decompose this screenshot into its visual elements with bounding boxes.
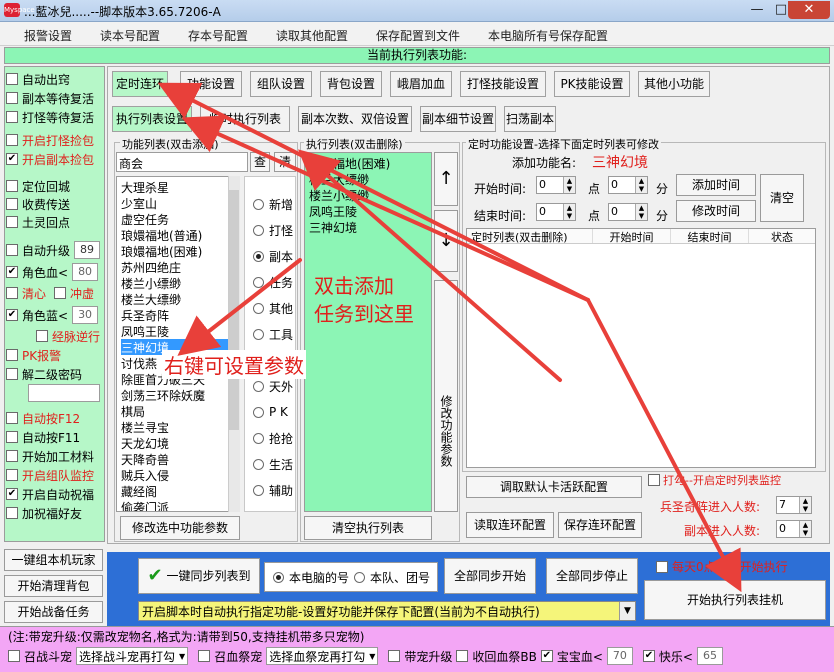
left-option3-3-checkbox[interactable] bbox=[6, 469, 18, 481]
left-option-6-row: 收费传送 bbox=[6, 195, 70, 213]
left-option-2-checkbox[interactable] bbox=[6, 111, 18, 123]
left-option3-5-label: 加祝福好友 bbox=[22, 506, 83, 521]
left-option-5-row: 定位回城 bbox=[6, 177, 70, 195]
arrow-to-exec-list-tab bbox=[181, 115, 590, 302]
left-option3-2-checkbox[interactable] bbox=[6, 450, 18, 462]
left-option3-5-row: 加祝福好友 bbox=[6, 504, 82, 522]
left-option3-0-label: 自动按F12 bbox=[22, 411, 81, 426]
left-option3-1-row: 自动按F11 bbox=[6, 428, 80, 446]
left-option-4-label: 开启副本捡包 bbox=[22, 152, 95, 167]
left-option3-3-row: 开启组队监控 bbox=[6, 466, 94, 484]
left-option-1-label: 副本等待复活 bbox=[22, 91, 95, 106]
left-option-7-row: 土灵回点 bbox=[6, 213, 70, 231]
left-option3-1-label: 自动按F11 bbox=[22, 430, 81, 445]
left-option2-0-label: PK报警 bbox=[22, 348, 62, 363]
left-option-6-label: 收费传送 bbox=[22, 197, 71, 212]
left-option-1-checkbox[interactable] bbox=[6, 92, 18, 104]
left-option-5-checkbox[interactable] bbox=[6, 180, 18, 192]
left-option-6-checkbox[interactable] bbox=[6, 198, 18, 210]
left-option2-1-row: 解二级密码 bbox=[6, 365, 82, 383]
left-option-7-checkbox[interactable] bbox=[6, 216, 18, 228]
left-option3-2-label: 开始加工材料 bbox=[22, 449, 95, 464]
left-option3-1-checkbox[interactable] bbox=[6, 431, 18, 443]
left-option3-2-row: 开始加工材料 bbox=[6, 447, 94, 465]
left-option-3-row: 开启打怪捡包 bbox=[6, 131, 94, 149]
arrow-to-timed-tab bbox=[157, 82, 590, 302]
left-option2-0-row: PK报警 bbox=[6, 346, 61, 364]
left-option3-0-row: 自动按F12 bbox=[6, 409, 80, 427]
left-option-3-checkbox[interactable] bbox=[6, 134, 18, 146]
left-option3-4-label: 开启自动祝福 bbox=[22, 487, 95, 502]
left-option-0-row: 自动出窍 bbox=[6, 70, 70, 88]
left-option-4-row: ✔ 开启副本捡包 bbox=[6, 150, 94, 168]
arrow-to-start-button bbox=[586, 298, 742, 593]
left-option-3-label: 开启打怪捡包 bbox=[22, 133, 95, 148]
left-option-0-label: 自动出窍 bbox=[22, 72, 71, 87]
left-option3-0-checkbox[interactable] bbox=[6, 412, 18, 424]
annotation-arrows bbox=[157, 82, 742, 593]
left-option3-4-row: ✔ 开启自动祝福 bbox=[6, 485, 94, 503]
left-option2-1-checkbox[interactable] bbox=[6, 368, 18, 380]
left-option3-3-label: 开启组队监控 bbox=[22, 468, 95, 483]
left-option-4-checkbox[interactable]: ✔ bbox=[6, 153, 18, 165]
left-option-2-row: 打怪等待复活 bbox=[6, 108, 94, 126]
left-option-7-label: 土灵回点 bbox=[22, 215, 71, 230]
left-option2-1-label: 解二级密码 bbox=[22, 367, 83, 382]
left-option2-0-checkbox[interactable] bbox=[6, 349, 18, 361]
arrow-to-function-item bbox=[177, 258, 302, 356]
left-option-5-label: 定位回城 bbox=[22, 179, 71, 194]
left-option-0-checkbox[interactable] bbox=[6, 73, 18, 85]
left-option-2-label: 打怪等待复活 bbox=[22, 110, 95, 125]
left-option3-4-checkbox[interactable]: ✔ bbox=[6, 488, 18, 500]
left-option3-5-checkbox[interactable] bbox=[6, 507, 18, 519]
left-option-1-row: 副本等待复活 bbox=[6, 89, 94, 107]
